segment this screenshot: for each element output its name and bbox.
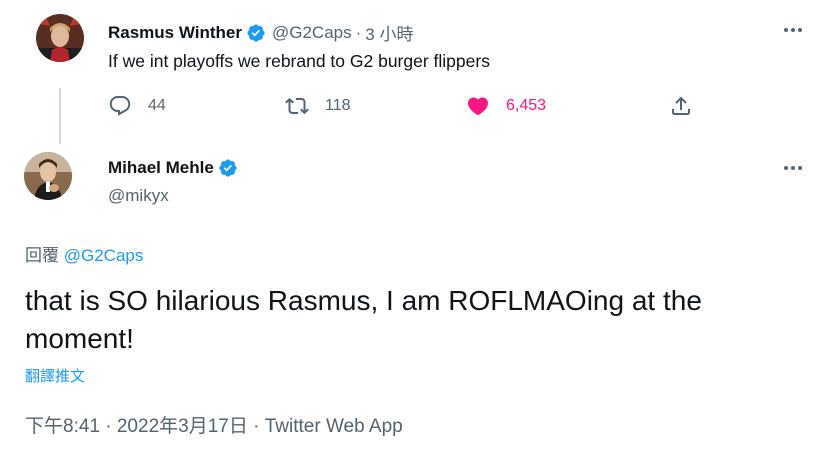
mihael-header: Mihael Mehle: [108, 158, 238, 178]
rasmus-avatar[interactable]: [36, 14, 84, 62]
reply-count: 44: [148, 97, 166, 114]
replying-to: 回覆 @G2Caps: [25, 241, 143, 266]
retweet-button[interactable]: 118: [285, 92, 351, 120]
more-horizontal-icon[interactable]: [781, 156, 805, 180]
rasmus-tweet-text: If we int playoffs we rebrand to G2 burg…: [108, 51, 490, 71]
verified-badge-icon: [218, 158, 238, 178]
share-button[interactable]: [669, 92, 693, 120]
reply-button[interactable]: 44: [108, 92, 166, 120]
rasmus-display-name[interactable]: Rasmus Winther: [108, 23, 242, 43]
verified-badge-icon: [246, 23, 266, 43]
translate-tweet-link[interactable]: 翻譯推文: [25, 365, 85, 386]
tweet-timestamp[interactable]: 下午8:41 · 2022年3月17日 · Twitter Web App: [25, 411, 403, 438]
separator-dot: ·: [355, 22, 362, 42]
mihael-avatar[interactable]: [24, 152, 72, 200]
like-count: 6,453: [506, 97, 547, 114]
rasmus-header: Rasmus Winther @G2Caps · 3 小時: [108, 20, 413, 45]
rasmus-handle[interactable]: @G2Caps: [272, 23, 352, 43]
share-upload-icon: [669, 94, 693, 118]
tweet-actions-bar: 44 118 6,453: [108, 92, 698, 120]
mihael-handle[interactable]: @mikyx: [108, 186, 169, 206]
heart-icon: [466, 94, 490, 118]
tweet-time[interactable]: 3 小時: [365, 20, 413, 45]
retweet-count: 118: [325, 97, 351, 114]
main-tweet-text: that is SO hilarious Rasmus, I am ROFLMA…: [25, 285, 702, 354]
replying-to-link[interactable]: @G2Caps: [64, 246, 144, 265]
retweet-icon: [285, 94, 309, 118]
thread-connector-line: [59, 88, 61, 144]
reply-bubble-icon: [108, 94, 132, 118]
more-horizontal-icon[interactable]: [781, 18, 805, 42]
like-button[interactable]: 6,453: [466, 92, 546, 120]
mihael-display-name[interactable]: Mihael Mehle: [108, 158, 214, 178]
replying-to-prefix: 回覆: [25, 246, 59, 265]
